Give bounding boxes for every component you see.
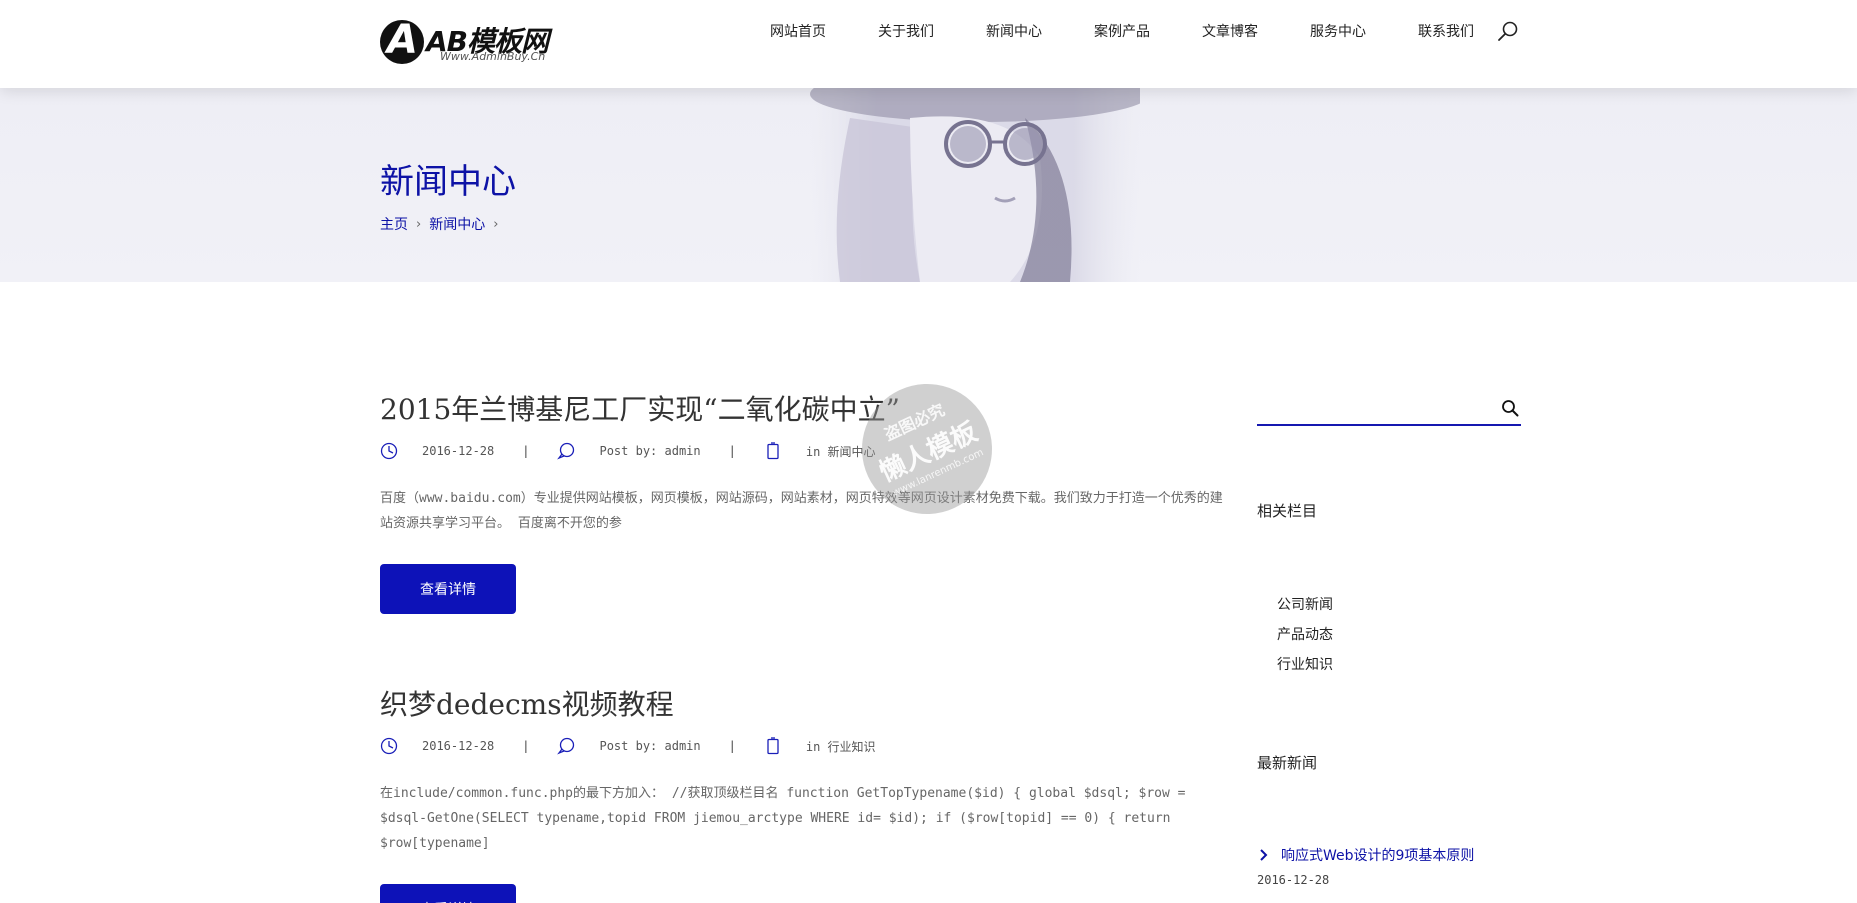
nav-item-about[interactable]: 关于我们: [878, 21, 934, 41]
sidebar-search: [1257, 390, 1521, 426]
post-author: Post by: admin: [599, 444, 701, 458]
post-date: 2016-12-28: [422, 444, 495, 458]
post-item: 2015年兰博基尼工厂实现“二氧化碳中立” 2016-12-28 | Post …: [380, 388, 1230, 614]
breadcrumb-home[interactable]: 主页: [380, 214, 408, 234]
post-meta: 2016-12-28 | Post by: admin | in 新闻中心: [380, 442, 1230, 460]
page-banner: 新闻中心 主页 › 新闻中心 ›: [0, 88, 1857, 282]
category-list: 公司新闻 产品动态 行业知识: [1277, 590, 1333, 680]
category-item[interactable]: 产品动态: [1277, 620, 1333, 650]
meta-divider: |: [522, 444, 530, 458]
clock-icon: [380, 737, 398, 755]
folder-icon: [767, 737, 779, 755]
chevron-right-icon: ›: [416, 216, 422, 232]
meta-divider: |: [728, 444, 736, 458]
comment-icon: [557, 737, 575, 755]
post-meta: 2016-12-28 | Post by: admin | in 行业知识: [380, 737, 1230, 755]
chevron-right-icon: ›: [493, 216, 499, 232]
read-more-button[interactable]: 查看详情: [380, 884, 516, 903]
site-logo[interactable]: AB模板网 Www.AdminBuy.Cn: [380, 17, 570, 70]
post-item: 织梦dedecms视频教程 2016-12-28 | Post by: admi…: [380, 683, 1230, 903]
banner-woman-photo: [810, 88, 1140, 282]
clock-icon: [380, 442, 398, 460]
category-item[interactable]: 公司新闻: [1277, 590, 1333, 620]
comment-icon: [557, 442, 575, 460]
latest-news-title[interactable]: 响应式Web设计的9项基本原则: [1281, 845, 1474, 865]
post-date: 2016-12-28: [422, 739, 495, 753]
logo-subtitle: Www.AdminBuy.Cn: [440, 50, 546, 63]
site-header: AB模板网 Www.AdminBuy.Cn 网站首页 关于我们 新闻中心 案例产…: [0, 0, 1857, 88]
related-heading: 相关栏目: [1257, 502, 1318, 520]
latest-news-date: 2016-12-28: [1257, 873, 1330, 887]
post-category[interactable]: in 行业知识: [806, 738, 876, 755]
post-author: Post by: admin: [599, 739, 701, 753]
read-more-button[interactable]: 查看详情: [380, 564, 516, 614]
meta-divider: |: [522, 739, 530, 753]
main-nav: 网站首页 关于我们 新闻中心 案例产品 文章博客 服务中心 联系我们: [770, 0, 1526, 62]
nav-item-service[interactable]: 服务中心: [1310, 21, 1366, 41]
chevron-right-icon: [1260, 849, 1268, 861]
post-title[interactable]: 织梦dedecms视频教程: [380, 683, 1230, 723]
nav-item-cases[interactable]: 案例产品: [1094, 21, 1150, 41]
sidebar-search-input[interactable]: [1257, 390, 1487, 424]
search-icon[interactable]: [1501, 399, 1519, 417]
meta-divider: |: [728, 739, 736, 753]
post-title[interactable]: 2015年兰博基尼工厂实现“二氧化碳中立”: [380, 388, 1230, 428]
logo-mark-icon: [380, 17, 424, 64]
nav-item-blog[interactable]: 文章博客: [1202, 21, 1258, 41]
breadcrumb: 主页 › 新闻中心 ›: [380, 214, 506, 234]
post-excerpt: 百度（www.baidu.com）专业提供网站模板，网页模板，网站源码，网站素材…: [380, 491, 1223, 531]
search-icon[interactable]: [1497, 20, 1519, 42]
category-item[interactable]: 行业知识: [1277, 650, 1333, 680]
latest-heading: 最新新闻: [1257, 754, 1318, 772]
nav-item-home[interactable]: 网站首页: [770, 21, 826, 41]
breadcrumb-current[interactable]: 新闻中心: [429, 214, 485, 234]
nav-item-contact[interactable]: 联系我们: [1418, 21, 1474, 41]
nav-item-news[interactable]: 新闻中心: [986, 21, 1042, 41]
sidebar: 相关栏目 公司新闻 产品动态 行业知识 最新新闻 响应式Web设计的9项基本原则…: [1257, 390, 1521, 887]
post-excerpt: 在include/common.func.php的最下方加入： //获取顶级栏目…: [380, 786, 1186, 851]
page-title: 新闻中心: [380, 162, 516, 202]
folder-icon: [767, 442, 779, 460]
latest-news-item[interactable]: 响应式Web设计的9项基本原则: [1257, 845, 1474, 865]
